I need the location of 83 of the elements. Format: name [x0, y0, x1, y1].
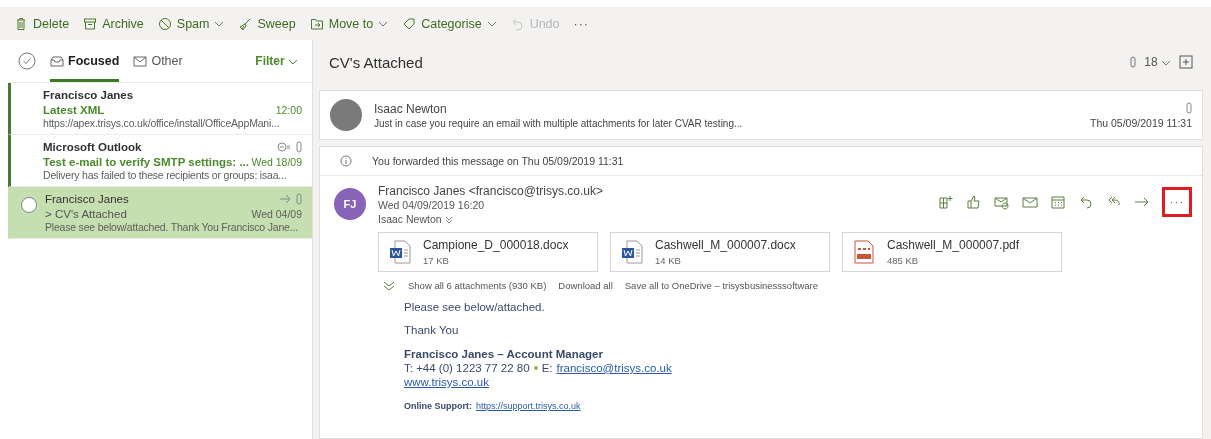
sender-name: Isaac Newton: [374, 101, 448, 116]
selection-circle[interactable]: [21, 197, 37, 213]
bullet-dot: [533, 366, 538, 370]
message-date: Wed 04/09/2019 16:20: [378, 198, 486, 212]
mail-preview: https://apex.trisys.co.uk/office/install/OfficeAppMani...: [43, 117, 281, 129]
conversation-title: CV's Attached: [329, 53, 423, 71]
mail-item[interactable]: Francisco Janes > CV's Attached Wed 04/09 Please see below/attached. Thank You Francisco Jane...: [8, 187, 312, 239]
toolbar-button[interactable]: Archive: [81, 14, 146, 33]
filter-button[interactable]: Filter: [255, 54, 298, 68]
grid-plus-icon[interactable]: [938, 194, 954, 210]
attachment-name: Campione_D_000018.docx: [423, 238, 569, 252]
attachment-name: Cashwell_M_000007.pdf: [887, 238, 1020, 252]
calendar-icon[interactable]: [1050, 194, 1066, 210]
archive-icon: [83, 16, 98, 31]
attachment-link[interactable]: Download all: [558, 280, 613, 291]
folder-arrow-icon: [309, 16, 324, 31]
envelope-clock-icon[interactable]: [994, 194, 1010, 210]
tag-icon: [402, 16, 417, 31]
info-icon: [340, 155, 352, 167]
double-chevron-icon: [382, 280, 396, 291]
attachment-size: 485 KB: [887, 255, 920, 266]
paperclip-icon: [1186, 101, 1192, 114]
message-preview: Just in case you require an email with multiple attachments for later CVAR testing...: [374, 117, 744, 129]
toolbar-button[interactable]: Categorise: [400, 14, 499, 33]
photo-placeholder: [330, 99, 362, 131]
forward-notice: You forwarded this message on Thu 05/09/2019 11:31: [372, 155, 624, 167]
signature-name: Francisco Janes – Account Manager: [404, 347, 604, 361]
support-link[interactable]: https://support.trisys.co.uk: [476, 399, 581, 413]
avatar: FJ: [334, 188, 366, 220]
email-label: E:: [541, 361, 553, 375]
chevron-down-icon: [288, 58, 298, 65]
body-text: Please see below/attached.: [404, 301, 546, 313]
recipient-button[interactable]: Isaac Newton: [378, 212, 453, 226]
mail-subject: > CV's Attached: [45, 207, 127, 220]
website-link[interactable]: www.trisys.co.uk: [404, 376, 489, 388]
mail-subject: Latest XML: [43, 103, 105, 116]
blocked-circle-icon: [157, 16, 172, 31]
email-link[interactable]: francisco@trisys.co.uk: [556, 361, 672, 375]
toolbar-button[interactable]: Sweep: [236, 14, 298, 33]
body-text: Thank You: [404, 324, 460, 336]
sender-name: Francisco Janes: [43, 88, 134, 101]
toolbar-button[interactable]: Delete: [12, 14, 72, 33]
mail-tab[interactable]: Focused: [50, 40, 120, 82]
envelope-icon: [133, 55, 148, 67]
more-button[interactable]: ···: [571, 14, 592, 33]
attachment-size: 14 KB: [655, 255, 682, 266]
thumbs-up-icon[interactable]: [966, 194, 982, 210]
attachment-size: 17 KB: [423, 255, 450, 266]
support-label: Online Support:: [404, 400, 472, 413]
trash-icon: [14, 16, 28, 31]
expand-icon[interactable]: [1179, 55, 1193, 69]
mail-time: Wed 18/09: [251, 155, 302, 168]
attachment-name: Cashwell_M_000007.docx: [655, 238, 796, 252]
mail-time: 12:00: [275, 103, 302, 116]
sender-name: Microsoft Outlook: [43, 140, 142, 153]
mail-subject: Test e-mail to verify SMTP settings: ...: [43, 155, 249, 168]
inbox-icon: [50, 55, 64, 67]
mail-time: Wed 04/09: [251, 207, 302, 220]
sender-address: Francisco Janes <francisco@trisys.co.uk>: [378, 184, 604, 198]
undo-arrow-icon: [510, 16, 525, 31]
more-actions-button[interactable]: ···: [1162, 187, 1192, 217]
attachment-link[interactable]: Show all 6 attachments (930 KB): [408, 280, 547, 291]
envelope-icon[interactable]: [1022, 194, 1038, 210]
message-date: Thu 05/09/2019 11:31: [1090, 116, 1192, 129]
reply-icon[interactable]: [1078, 194, 1094, 210]
attachment-card[interactable]: Campione_D_000018.docx 17 KB: [378, 232, 598, 272]
attachment-count-button[interactable]: 18: [1144, 55, 1171, 69]
collapsed-message[interactable]: Isaac Newton Just in case you require an email with multiple attachments for later CVAR testing... Thu 05/09/2019 11:31: [319, 90, 1203, 140]
toolbar-button[interactable]: Spam: [155, 14, 227, 33]
mail-preview: Delivery has failed to these recipients or groups: isaa...: [43, 169, 288, 181]
paperclip-icon: [1130, 56, 1137, 68]
sender-name: Francisco Janes: [45, 192, 129, 205]
double-chevron-icon: [444, 216, 453, 225]
chevron-down-icon: [1161, 59, 1171, 66]
toolbar-button[interactable]: Move to: [307, 14, 391, 33]
mail-preview: Please see below/attached. Thank You Francisco Jane...: [45, 221, 299, 233]
broom-icon: [238, 16, 253, 31]
attachment-link[interactable]: Save all to OneDrive – trisysbusinesssoftware: [624, 280, 818, 291]
select-all-icon: [18, 52, 36, 70]
phone-number: T: +44 (0) 1223 77 22 80: [404, 361, 530, 375]
attachment-card[interactable]: Cashwell_M_000007.pdf 485 KB: [842, 232, 1062, 272]
attachment-card[interactable]: Cashwell_M_000007.docx 14 KB: [610, 232, 830, 272]
mail-tab[interactable]: Other: [133, 40, 183, 82]
